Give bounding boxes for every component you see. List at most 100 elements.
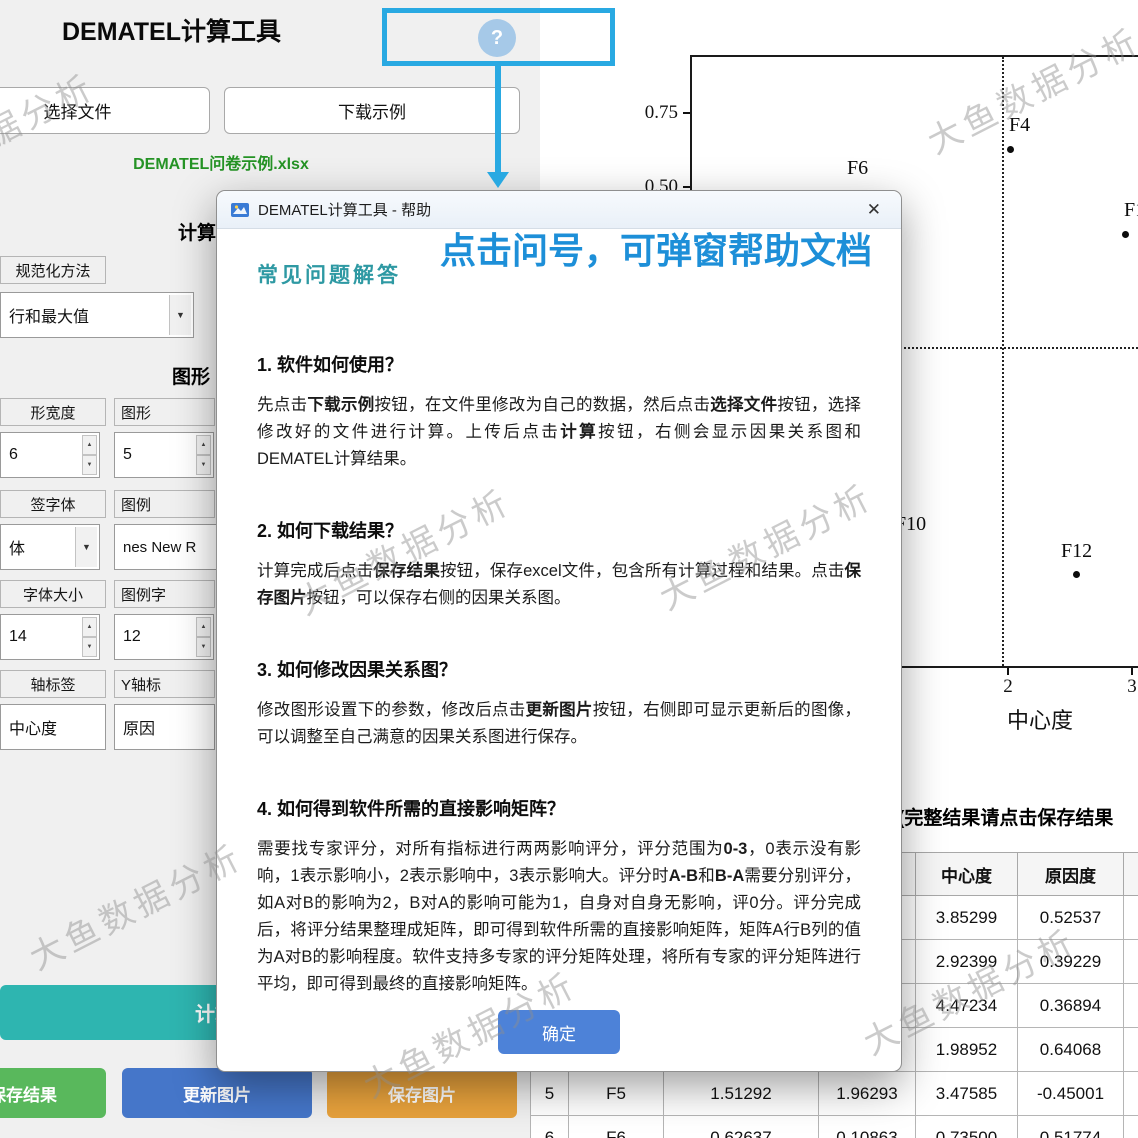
label-fontsize-value: 14 [9, 628, 27, 645]
results-cell: -0.45001 [1017, 1071, 1124, 1116]
legend-fontsize-value: 12 [123, 628, 141, 645]
y-axis-label-value: 原因 [123, 721, 156, 738]
results-cell: 6 [530, 1115, 569, 1138]
results-cell: 4.47234 [915, 983, 1018, 1028]
label-font-combobox[interactable]: 体 ▼ [0, 524, 100, 570]
app-title: DEMATEL计算工具 [62, 18, 281, 46]
results-cell [1123, 1071, 1138, 1116]
label-fontsize-spinbox[interactable]: 14 ▲ ▼ [0, 614, 100, 660]
point-label: F1 [1124, 199, 1138, 221]
label-font-value: 体 [9, 541, 26, 558]
close-icon[interactable]: ✕ [861, 200, 887, 220]
faq-item: 2. 如何下载结果？ 计算完成后点击保存结果按钮，保存excel文件，包含所有计… [257, 517, 861, 612]
results-cell: 0.64068 [1017, 1027, 1124, 1072]
annotation-arrow-head-icon [487, 172, 509, 188]
results-cell: 0.36894 [1017, 983, 1124, 1028]
spinner-up-icon: ▲ [82, 617, 97, 637]
data-point [1073, 571, 1080, 578]
ok-button[interactable]: 确定 [498, 1010, 620, 1054]
legend-fontsize-label: 图例字 [114, 580, 215, 608]
table-row: 5 F5 1.51292 1.96293 3.47585 -0.45001 [530, 1071, 1138, 1116]
spinner-down-icon: ▼ [196, 455, 211, 475]
y-axis-label-label: Y轴标 [114, 670, 215, 698]
save-image-button[interactable]: 保存图片 [327, 1068, 517, 1118]
point-label: F4 [1009, 114, 1031, 136]
section-graph-settings: 图形 [172, 367, 211, 388]
results-cell: 0.10863 [818, 1115, 916, 1138]
faq-item: 1. 软件如何使用？ 先点击下载示例按钮，在文件里修改为自己的数据，然后点击选择… [257, 351, 861, 473]
spinner[interactable]: ▲ ▼ [82, 617, 97, 657]
download-example-button[interactable]: 下载示例 [224, 87, 520, 134]
faq-question: 4. 如何得到软件所需的直接影响矩阵？ [257, 799, 566, 819]
x-axis-label-input[interactable]: 中心度 [0, 704, 106, 750]
select-file-button[interactable]: 选择文件 [0, 87, 210, 134]
figure-height-spinbox[interactable]: 5 ▲ ▼ [114, 432, 214, 478]
results-cell: 1.96293 [818, 1071, 916, 1116]
figure-width-label: 形宽度 [0, 398, 106, 426]
legend-font-label: 图例 [114, 490, 215, 518]
results-cell [1123, 895, 1138, 940]
spinner[interactable]: ▲ ▼ [196, 435, 211, 475]
legend-fontsize-spinbox[interactable]: 12 ▲ ▼ [114, 614, 214, 660]
x-tick-label: 2 [1003, 676, 1013, 697]
results-cell: 0.39229 [1017, 939, 1124, 984]
faq-question: 2. 如何下载结果？ [257, 521, 404, 541]
faq-question: 1. 软件如何使用？ [257, 355, 404, 375]
point-label: F6 [847, 157, 869, 179]
spinner[interactable]: ▲ ▼ [82, 435, 97, 475]
results-cell: 1.98952 [915, 1027, 1018, 1072]
save-result-button[interactable]: 保存结果 [0, 1068, 106, 1118]
results-cell: 0.51774 [1017, 1115, 1124, 1138]
faq-item: 4. 如何得到软件所需的直接影响矩阵？ 需要找专家评分，对所有指标进行两两影响评… [257, 795, 861, 998]
normalize-method-value: 行和最大值 [9, 309, 90, 326]
axis-tick [683, 186, 690, 188]
figure-height-value: 5 [123, 446, 132, 463]
faq-answer: 先点击下载示例按钮，在文件里修改为自己的数据，然后点击选择文件按钮，选择修改好的… [257, 396, 862, 468]
highlight-box [382, 8, 615, 66]
results-cell [1123, 1027, 1138, 1072]
label-font-label: 签字体 [0, 490, 106, 518]
normalize-method-label: 规范化方法 [0, 256, 106, 284]
table-row: 6 F6 0.62637 0.10863 0.73500 0.51774 [530, 1115, 1138, 1138]
y-tick-label: 0.75 [644, 102, 678, 123]
annotation-arrow-line [495, 66, 501, 174]
results-cell: 0.73500 [915, 1115, 1018, 1138]
update-image-button[interactable]: 更新图片 [122, 1068, 312, 1118]
axis-tick [1131, 668, 1133, 675]
results-header-cell: 原因度 [1017, 852, 1124, 896]
spinner[interactable]: ▲ ▼ [196, 617, 211, 657]
results-cell [1123, 1115, 1138, 1138]
faq-item: 3. 如何修改因果关系图？ 修改图形设置下的参数，修改后点击更新图片按钮，右侧即… [257, 656, 861, 751]
results-cell: 0.52537 [1017, 895, 1124, 940]
data-point [1122, 231, 1129, 238]
axis-tick [683, 112, 690, 114]
data-point [1007, 146, 1014, 153]
results-title: (完整结果请点击保存结果 [898, 808, 1114, 829]
app-logo-icon [231, 201, 249, 219]
normalize-method-combobox[interactable]: 行和最大值 ▼ [0, 292, 194, 338]
y-axis-label-input[interactable]: 原因 [114, 704, 215, 750]
results-cell: 1.51292 [663, 1071, 819, 1116]
spinner-down-icon: ▼ [196, 637, 211, 657]
annotation-text: 点击问号，可弹窗帮助文档 [440, 230, 873, 271]
x-axis-label-value: 中心度 [9, 721, 58, 738]
x-axis-label-label: 轴标签 [0, 670, 106, 698]
dropdown-arrow-icon[interactable]: ▼ [75, 527, 97, 567]
help-dialog: DEMATEL计算工具 - 帮助 ✕ 常见问题解答 1. 软件如何使用？ 先点击… [216, 190, 902, 1072]
dropdown-arrow-icon[interactable]: ▼ [169, 295, 191, 335]
point-label: F12 [1061, 540, 1093, 562]
uploaded-filename: DEMATEL问卷示例.xlsx [133, 156, 309, 173]
faq-answer: 计算完成后点击保存结果按钮，保存excel文件，包含所有计算过程和结果。点击保存… [257, 562, 861, 607]
results-header-cell: 中心度 [915, 852, 1018, 896]
results-cell: 2.92399 [915, 939, 1018, 984]
legend-font-value: nes New R [123, 538, 197, 556]
spinner-down-icon: ▼ [82, 455, 97, 475]
results-cell [1123, 983, 1138, 1028]
section-calc-settings: 计算 [178, 223, 217, 244]
results-cell: 3.47585 [915, 1071, 1018, 1116]
dialog-body: 常见问题解答 1. 软件如何使用？ 先点击下载示例按钮，在文件里修改为自己的数据… [217, 259, 901, 1054]
figure-width-spinbox[interactable]: 6 ▲ ▼ [0, 432, 100, 478]
spinner-up-icon: ▲ [196, 435, 211, 455]
figure-width-value: 6 [9, 446, 18, 463]
figure-height-label: 图形 [114, 398, 215, 426]
